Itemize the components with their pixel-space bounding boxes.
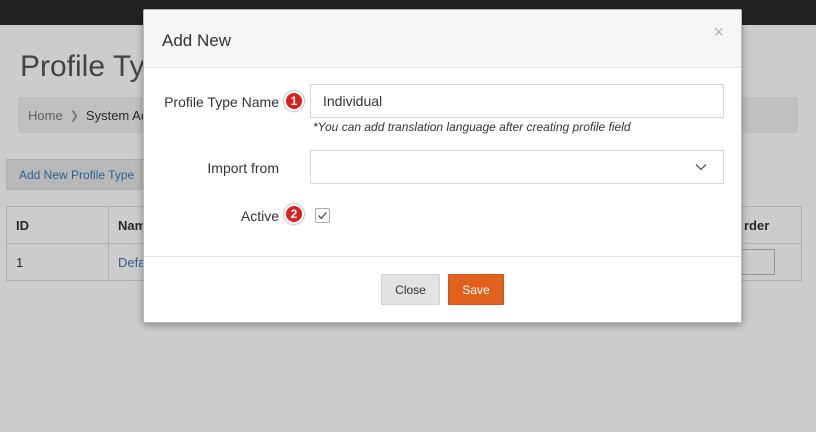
add-new-dialog: Add New × Profile Type Name 1 *You can a… (143, 9, 742, 323)
import-from-label: Import from (207, 160, 279, 176)
chevron-down-icon (695, 164, 707, 171)
close-button[interactable]: Close (381, 274, 440, 305)
active-checkbox[interactable] (315, 208, 330, 223)
active-label: Active (240, 208, 279, 224)
check-icon (318, 211, 328, 220)
profile-type-name-input[interactable] (310, 84, 724, 118)
import-from-select[interactable] (310, 150, 724, 184)
modal-header: Add New × (144, 10, 741, 68)
profile-type-name-label: Profile Type Name (164, 94, 279, 110)
step-2-badge: 2 (284, 204, 304, 224)
save-button[interactable]: Save (448, 274, 504, 305)
translation-hint: *You can add translation language after … (313, 120, 631, 134)
modal-title: Add New (162, 31, 231, 50)
step-1-badge: 1 (284, 91, 304, 111)
modal-footer: Close Save (144, 256, 741, 322)
close-icon[interactable]: × (713, 23, 724, 41)
